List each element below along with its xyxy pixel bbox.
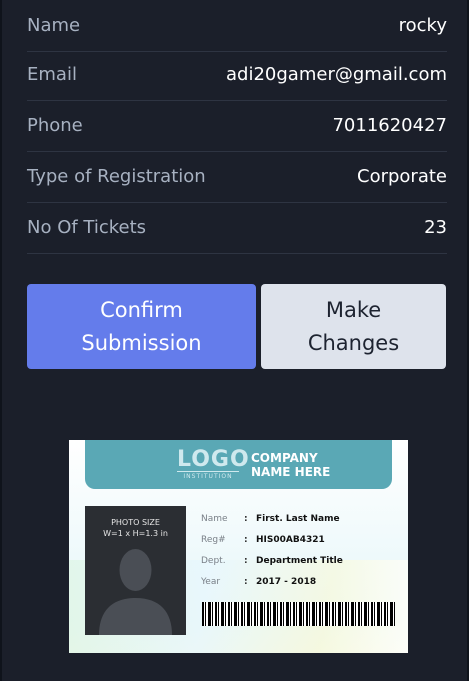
registration-summary-panel: Name rocky Email adi20gamer@gmail.com Ph…	[2, 0, 467, 681]
card-field-colon: :	[244, 535, 248, 545]
detail-value: Corporate	[357, 166, 447, 187]
confirm-button-line2: Submission	[81, 330, 202, 355]
changes-button-line1: Make	[325, 297, 382, 322]
card-field-value: 2017 - 2018	[256, 577, 317, 587]
photo-placeholder: PHOTO SIZE W=1 x H=1.3 in	[85, 506, 186, 635]
detail-row-registration-type: Type of Registration Corporate	[27, 151, 447, 203]
photo-label-line2: W=1 x H=1.3 in	[103, 529, 168, 538]
id-card-preview: LOGO INSTITUTION COMPANY NAME HERE PHOTO…	[69, 440, 408, 653]
barcode-icon	[202, 602, 395, 626]
card-field-label: Dept.	[201, 556, 226, 566]
changes-button-line2: Changes	[307, 330, 400, 355]
card-field-colon: :	[244, 556, 248, 566]
card-field-value: Department Title	[256, 556, 343, 566]
detail-value: adi20gamer@gmail.com	[226, 64, 447, 85]
card-field-label: Year	[201, 577, 221, 587]
confirm-submission-button[interactable]: Confirm Submission	[27, 284, 256, 369]
detail-value: rocky	[398, 15, 447, 36]
card-logo: LOGO	[177, 447, 250, 472]
card-field-label: Reg#	[201, 535, 226, 545]
card-logo-sub: INSTITUTION	[177, 471, 239, 480]
make-changes-button[interactable]: Make Changes	[261, 284, 446, 369]
company-line2: NAME HERE	[251, 465, 331, 479]
confirm-button-line1: Confirm	[100, 297, 183, 322]
card-field-name: Name : First. Last Name	[201, 514, 401, 528]
detail-label: Email	[27, 64, 77, 85]
card-field-reg: Reg# : HIS00AB4321	[201, 535, 401, 549]
card-field-dept: Dept. : Department Title	[201, 556, 401, 570]
card-field-value: HIS00AB4321	[256, 535, 325, 545]
company-name: COMPANY NAME HERE	[251, 451, 330, 479]
company-line1: COMPANY	[251, 451, 318, 465]
detail-row-name: Name rocky	[27, 0, 447, 52]
detail-label: No Of Tickets	[27, 217, 147, 238]
detail-label: Phone	[27, 115, 83, 136]
card-field-colon: :	[244, 514, 248, 524]
detail-label: Name	[27, 15, 81, 36]
detail-value: 7011620427	[332, 115, 447, 136]
card-field-label: Name	[201, 514, 228, 524]
detail-value: 23	[424, 217, 447, 238]
photo-size-label: PHOTO SIZE W=1 x H=1.3 in	[85, 517, 186, 539]
detail-row-email: Email adi20gamer@gmail.com	[27, 49, 447, 101]
detail-label: Type of Registration	[27, 166, 206, 187]
person-silhouette-icon	[99, 549, 172, 635]
detail-row-phone: Phone 7011620427	[27, 100, 447, 152]
card-field-year: Year : 2017 - 2018	[201, 577, 401, 591]
card-field-colon: :	[244, 577, 248, 587]
card-field-value: First. Last Name	[256, 514, 340, 524]
detail-row-tickets: No Of Tickets 23	[27, 202, 447, 254]
photo-label-line1: PHOTO SIZE	[111, 518, 160, 527]
card-header: LOGO INSTITUTION COMPANY NAME HERE	[85, 440, 392, 489]
